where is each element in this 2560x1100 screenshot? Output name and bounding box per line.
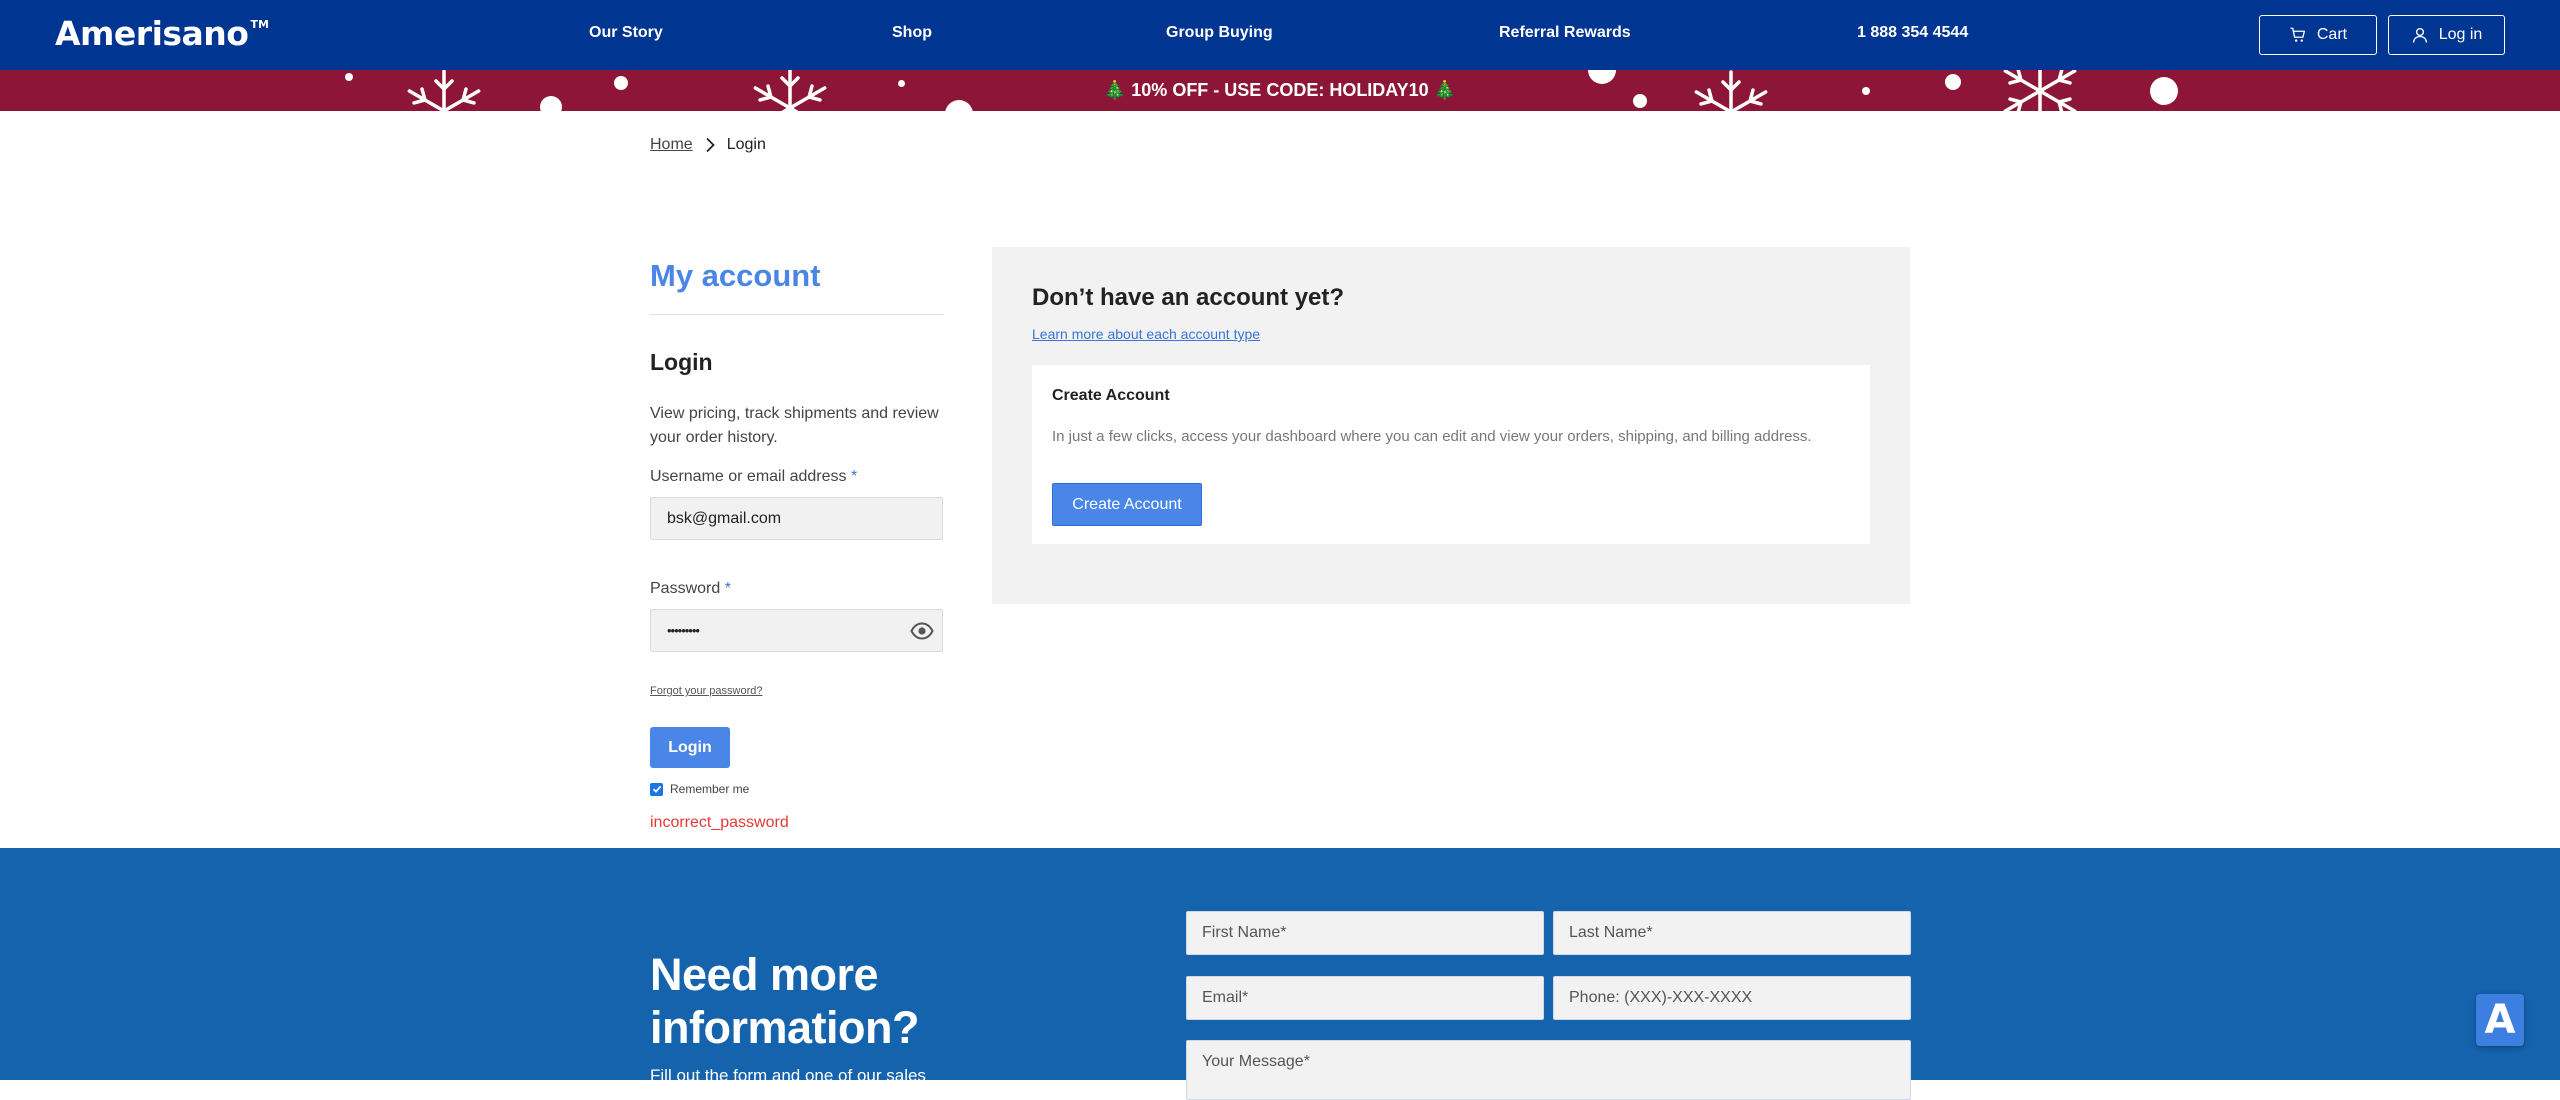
- contact-subtext: Fill out the form and one of our sales: [650, 1066, 926, 1085]
- nav-phone[interactable]: 1 888 354 4544: [1857, 24, 1968, 42]
- login-header-button[interactable]: Log in: [2388, 15, 2505, 55]
- forgot-password-link[interactable]: Forgot your password?: [650, 685, 763, 697]
- divider: [650, 314, 944, 315]
- breadcrumb: Home Login: [650, 136, 766, 154]
- email-placeholder: Email*: [1202, 989, 1249, 1006]
- username-field[interactable]: bsk@gmail.com: [650, 497, 943, 540]
- site-header: Amerisano TM Our Story Shop Group Buying …: [0, 0, 2560, 70]
- username-value: bsk@gmail.com: [667, 509, 782, 527]
- message-field[interactable]: Your Message*: [1186, 1040, 1911, 1100]
- error-message: incorrect_password: [650, 814, 789, 831]
- password-value: •••••••••: [667, 623, 700, 638]
- login-button[interactable]: Login: [650, 727, 730, 768]
- last-name-placeholder: Last Name*: [1569, 924, 1653, 941]
- password-field[interactable]: •••••••••: [650, 609, 943, 652]
- username-label-text: Username or email address: [650, 468, 847, 485]
- required-mark: *: [724, 580, 731, 597]
- required-mark: *: [850, 468, 858, 485]
- logo-trademark: TM: [250, 18, 269, 31]
- nav-group-buying[interactable]: Group Buying: [1166, 24, 1273, 42]
- phone-placeholder: Phone: (XXX)-XXX-XXXX: [1569, 989, 1753, 1006]
- promo-banner: 🎄 10% OFF - USE CODE: HOLIDAY10 🎄: [0, 70, 2560, 111]
- create-account-description: In just a few clicks, access your dashbo…: [1052, 428, 1812, 445]
- password-label: Password *: [650, 580, 731, 598]
- create-account-button[interactable]: Create Account: [1052, 483, 1202, 526]
- remember-label: Remember me: [670, 782, 750, 796]
- cart-label: Cart: [2316, 26, 2348, 43]
- login-header-label: Log in: [2438, 26, 2483, 43]
- contact-heading: Need more information?: [650, 949, 919, 1053]
- create-account-title: Create Account: [1052, 387, 1170, 404]
- logo-text: Amerisano: [55, 14, 249, 53]
- remember-checkbox[interactable]: [650, 782, 663, 796]
- first-name-placeholder: First Name*: [1202, 924, 1287, 941]
- nav-our-story[interactable]: Our Story: [589, 24, 663, 42]
- chevron-right-icon: [706, 137, 715, 153]
- nav-referral-rewards[interactable]: Referral Rewards: [1499, 24, 1631, 42]
- user-icon: [2412, 27, 2427, 43]
- cart-button[interactable]: Cart: [2259, 15, 2377, 55]
- message-placeholder: Your Message*: [1202, 1053, 1310, 1070]
- promo-text: 🎄 10% OFF - USE CODE: HOLIDAY10 🎄: [1103, 80, 1457, 100]
- last-name-field[interactable]: Last Name*: [1553, 911, 1911, 955]
- login-heading: Login: [650, 349, 713, 375]
- contact-section: Need more information? Fill out the form…: [0, 848, 2560, 1100]
- email-field[interactable]: Email*: [1186, 976, 1544, 1020]
- cart-icon: [2290, 27, 2305, 42]
- accessibility-widget-button[interactable]: A: [2476, 994, 2524, 1046]
- remember-me[interactable]: Remember me: [650, 782, 749, 796]
- page-title: My account: [650, 258, 821, 293]
- register-panel: Don’t have an account yet? Learn more ab…: [992, 247, 1910, 604]
- breadcrumb-home[interactable]: Home: [650, 136, 693, 154]
- first-name-field[interactable]: First Name*: [1186, 911, 1544, 955]
- breadcrumb-current: Login: [726, 136, 766, 153]
- password-label-text: Password: [650, 580, 721, 597]
- phone-field[interactable]: Phone: (XXX)-XXX-XXXX: [1553, 976, 1911, 1020]
- account-types-link[interactable]: Learn more about each account type: [1032, 326, 1260, 342]
- logo[interactable]: Amerisano TM: [55, 14, 269, 53]
- login-description: View pricing, track shipments and review…: [650, 405, 939, 446]
- eye-icon[interactable]: [910, 621, 934, 641]
- create-account-card: Create Account In just a few clicks, acc…: [1032, 365, 1870, 544]
- nav-shop[interactable]: Shop: [892, 24, 932, 42]
- username-label: Username or email address *: [650, 468, 857, 486]
- register-heading: Don’t have an account yet?: [1032, 284, 1345, 311]
- check-icon: [652, 785, 661, 793]
